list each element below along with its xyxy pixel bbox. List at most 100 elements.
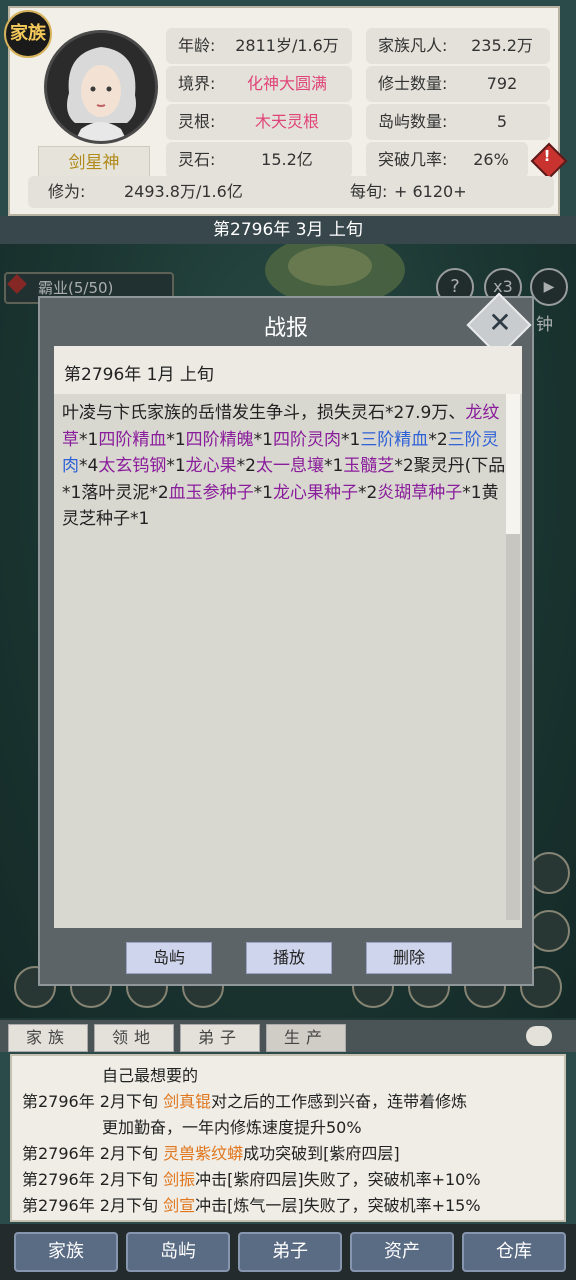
log-actor: 剑真锟 — [163, 1092, 212, 1111]
log-text: 自己最想要的 — [102, 1066, 199, 1085]
item-qty: *1 — [79, 429, 99, 450]
log-actor: 灵兽紫纹蟒 — [163, 1144, 244, 1163]
tab-family[interactable]: 家族 — [8, 1024, 88, 1052]
item-qty: *1 — [323, 456, 344, 476]
cultivation-bar: 修为: 2493.8万/1.6亿 每旬: + 6120+(1812.50%) — [28, 176, 554, 233]
log-date: 第2796年 2月下旬 — [22, 1170, 158, 1189]
log-line: 第2796年 2月下旬 灵兽紫纹蟒成功突破到[紫府四层] — [22, 1140, 400, 1164]
islands-button[interactable]: 岛屿 — [126, 942, 212, 974]
breakthrough-stat: 突破几率: 26% — [366, 142, 528, 178]
islands-stat: 岛屿数量: 5 — [366, 104, 550, 140]
character-panel: 剑星神 年龄: 2811岁/1.6万岁 境界: 化神大圆满 灵根: 木天灵根 灵… — [8, 6, 568, 233]
log-date: 第2796年 2月下旬 — [22, 1144, 158, 1163]
item-qty: *1 — [166, 429, 186, 450]
log-line: 第2796年 2月下旬 剑振冲击[紫府四层]失败了，突破机率+10% — [22, 1166, 481, 1190]
islands-value: 5 — [496, 112, 508, 131]
battle-report-dialog: 战报 ✕ 第2796年 1月 上旬 叶凌与卞氏家族的岳惜发生争斗，损失灵石*27… — [38, 292, 534, 986]
cultivators-label: 修士数量: — [378, 74, 448, 93]
dialog-title: 战报 — [263, 316, 308, 341]
stones-value: 15.2亿 — [261, 150, 313, 169]
item-name: 四阶灵肉 — [272, 429, 341, 450]
log-date: 第2796年 2月下旬 — [22, 1092, 158, 1111]
realm-label: 境界: — [178, 74, 216, 93]
item-qty: *1 — [166, 456, 186, 476]
stones-label: 灵石: — [178, 150, 216, 169]
tab-territory[interactable]: 领地 — [94, 1024, 174, 1052]
mortals-stat: 家族凡人: 235.2万 — [366, 28, 550, 64]
tab-production[interactable]: 生产 — [266, 1024, 346, 1052]
log-text: 对之后的工作感到兴奋，连带着修炼 — [211, 1092, 468, 1111]
item-qty: *2 — [357, 482, 378, 503]
report-date: 第2796年 1月 上旬 — [64, 365, 214, 385]
log-text: 更加勤奋，一年内修炼速度提升50% — [102, 1118, 362, 1137]
item-name: 太玄钨钢 — [98, 456, 167, 476]
root-value: 木天灵根 — [254, 112, 319, 131]
log-line: 第2796年 2月下旬 剑真锟对之后的工作感到兴奋，连带着修炼 — [22, 1088, 467, 1112]
log-actor: 剑宣 — [163, 1196, 196, 1215]
nav-family-button[interactable]: 家族 — [14, 1232, 118, 1272]
character-name[interactable]: 剑星神 — [38, 146, 150, 180]
nav-disciples-button[interactable]: 弟子 — [238, 1232, 342, 1272]
item-qty: *1 — [253, 482, 273, 503]
islands-label: 岛屿数量: — [378, 112, 448, 131]
rate-label: 每旬: — [350, 182, 388, 201]
log-line: 第2796年 2月下旬 剑宣冲击[炼气一层]失败了，突破机率+15% — [22, 1192, 481, 1216]
age-stat: 年龄: 2811岁/1.6万岁 — [166, 28, 352, 91]
item-qty: *2 — [236, 456, 256, 476]
item-name: 龙心果种子 — [272, 482, 358, 503]
report-header: 第2796年 1月 上旬 — [54, 346, 522, 394]
item-name: 太一息壤 — [255, 456, 324, 476]
scrollbar-thumb[interactable] — [506, 394, 520, 534]
item-name: 四阶精血 — [98, 429, 167, 450]
close-icon: ✕ — [488, 306, 512, 339]
nav-assets-button[interactable]: 资产 — [350, 1232, 454, 1272]
expand-icon[interactable] — [526, 1026, 552, 1046]
event-log[interactable]: 自己最想要的 第2796年 2月下旬 剑真锟对之后的工作感到兴奋，连带着修炼 更… — [10, 1054, 566, 1222]
log-text: 成功突破到[紫府四层] — [243, 1144, 400, 1163]
age-label: 年龄: — [178, 36, 216, 55]
item-name: 玉髓芝 — [343, 456, 395, 476]
bottom-nav: 家族 岛屿 弟子 资产 仓库 — [0, 1224, 576, 1280]
realm-stat: 境界: 化神大圆满 — [166, 66, 352, 102]
replay-button[interactable]: 播放 — [246, 942, 332, 974]
log-line: 自己最想要的 — [102, 1062, 198, 1086]
item-name: 四阶精魄 — [185, 429, 254, 450]
realm-value: 化神大圆满 — [246, 74, 327, 93]
log-tabs: 家族 领地 弟子 生产 — [0, 1020, 576, 1052]
avatar[interactable] — [44, 30, 158, 144]
delete-button[interactable]: 删除 — [366, 942, 452, 974]
report-intro: 叶凌与卞氏家族的岳惜发生争斗，损失灵石*27.9万、 — [62, 403, 466, 423]
family-badge[interactable]: 家族 — [4, 10, 52, 58]
date-banner: 第2796年 3月 上旬 — [0, 216, 576, 244]
cultivation-value: 2493.8万/1.6亿 — [124, 182, 243, 201]
cultivation-label: 修为: — [48, 182, 86, 201]
root-stat: 灵根: 木天灵根 — [166, 104, 352, 140]
mortals-label: 家族凡人: — [378, 36, 448, 55]
breakthrough-value: 26% — [473, 150, 509, 169]
cultivators-value: 792 — [486, 74, 518, 93]
report-panel[interactable]: 第2796年 1月 上旬 叶凌与卞氏家族的岳惜发生争斗，损失灵石*27.9万、龙… — [54, 346, 522, 928]
log-date: 第2796年 2月下旬 — [22, 1196, 158, 1215]
nav-islands-button[interactable]: 岛屿 — [126, 1232, 230, 1272]
item-qty: *1 — [253, 429, 273, 450]
cultivators-stat: 修士数量: 792 — [366, 66, 550, 102]
log-line: 更加勤奋，一年内修炼速度提升50% — [102, 1114, 362, 1138]
mortals-value: 235.2万 — [471, 36, 533, 55]
root-label: 灵根: — [178, 112, 216, 131]
item-qty: *1 — [340, 429, 361, 450]
log-actor: 剑振 — [163, 1170, 196, 1189]
exclamation-icon: ! — [543, 147, 551, 165]
tab-disciples[interactable]: 弟子 — [180, 1024, 260, 1052]
item-qty: *4 — [79, 456, 99, 476]
item-name: 龙心果 — [185, 456, 237, 476]
item-name: 炎瑚草种子 — [377, 482, 463, 503]
nav-warehouse-button[interactable]: 仓库 — [462, 1232, 566, 1272]
log-text: 冲击[紫府四层]失败了，突破机率+10% — [195, 1170, 481, 1189]
item-qty: *2 — [428, 429, 448, 450]
log-text: 冲击[炼气一层]失败了，突破机率+15% — [195, 1196, 481, 1215]
item-name: 血玉参种子 — [168, 482, 254, 503]
breakthrough-label: 突破几率: — [378, 150, 448, 169]
stones-stat: 灵石: 15.2亿 — [166, 142, 352, 178]
item-name: 三阶精血 — [360, 429, 429, 450]
report-text: 叶凌与卞氏家族的岳惜发生争斗，损失灵石*27.9万、龙纹草*1四阶精血*1四阶精… — [62, 400, 512, 533]
